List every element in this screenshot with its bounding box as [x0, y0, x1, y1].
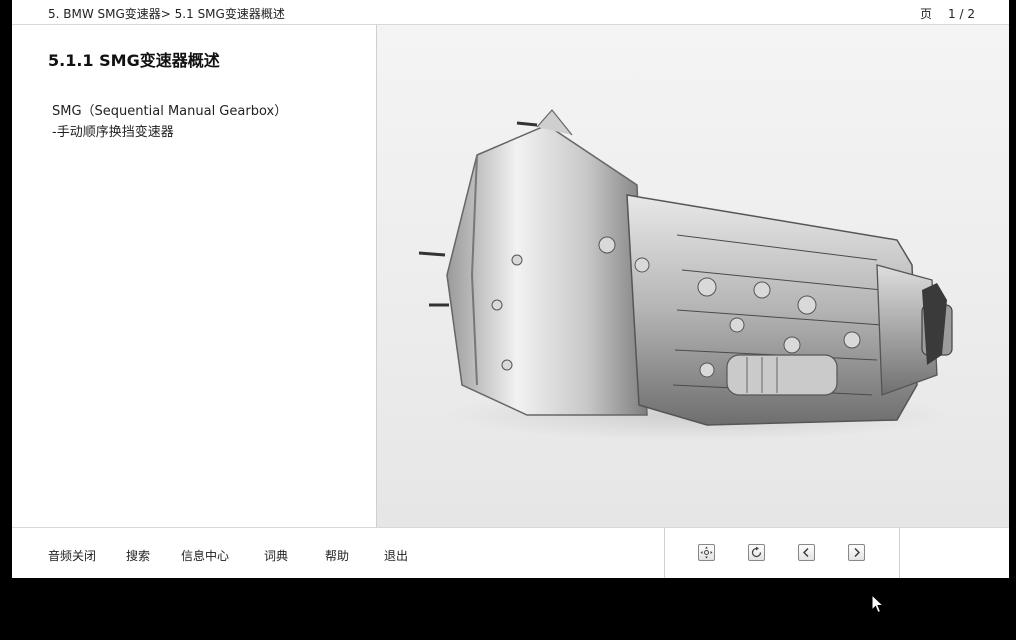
text-pane: 5.1.1 SMG变速器概述 SMG（Sequential Manual Gea…: [12, 25, 376, 527]
page-title: 5.1.1 SMG变速器概述: [48, 51, 220, 70]
app-window: 5. BMW SMG变速器> 5.1 SMG变速器概述 页 1 / 2 5.1.1…: [12, 0, 1009, 578]
description: SMG（Sequential Manual Gearbox） -手动顺序换挡变速…: [52, 101, 287, 143]
audio-off-button[interactable]: 音频关闭: [48, 547, 96, 564]
page-label: 页: [920, 7, 933, 21]
description-line-1: SMG（Sequential Manual Gearbox）: [52, 104, 288, 119]
help-button[interactable]: 帮助: [325, 547, 349, 564]
next-page-button[interactable]: [848, 544, 865, 561]
mouse-cursor-icon: [871, 594, 885, 614]
chevron-left-icon: [803, 548, 809, 557]
exit-button[interactable]: 退出: [384, 547, 408, 564]
description-line-2: -手动顺序换挡变速器: [52, 125, 174, 140]
previous-page-button[interactable]: [798, 544, 815, 561]
home-button[interactable]: [698, 544, 715, 561]
info-center-button[interactable]: 信息中心: [181, 547, 229, 564]
home-icon: [700, 546, 713, 559]
chevron-right-icon: [854, 548, 860, 557]
refresh-icon: [751, 546, 762, 558]
page-indicator: 页 1 / 2: [920, 5, 975, 22]
navigation-controls: [664, 528, 900, 578]
image-viewer: [377, 25, 1009, 527]
page-value: 1 / 2: [948, 7, 975, 21]
refresh-button[interactable]: [748, 544, 765, 561]
top-bar: 5. BMW SMG变速器> 5.1 SMG变速器概述 页 1 / 2: [12, 0, 1009, 25]
dictionary-button[interactable]: 词典: [264, 547, 288, 564]
bottom-toolbar: 音频关闭 搜索 信息中心 词典 帮助 退出: [12, 527, 1009, 578]
search-button[interactable]: 搜索: [126, 547, 150, 564]
gearbox-illustration: [418, 109, 953, 441]
breadcrumb: 5. BMW SMG变速器> 5.1 SMG变速器概述: [48, 7, 285, 21]
